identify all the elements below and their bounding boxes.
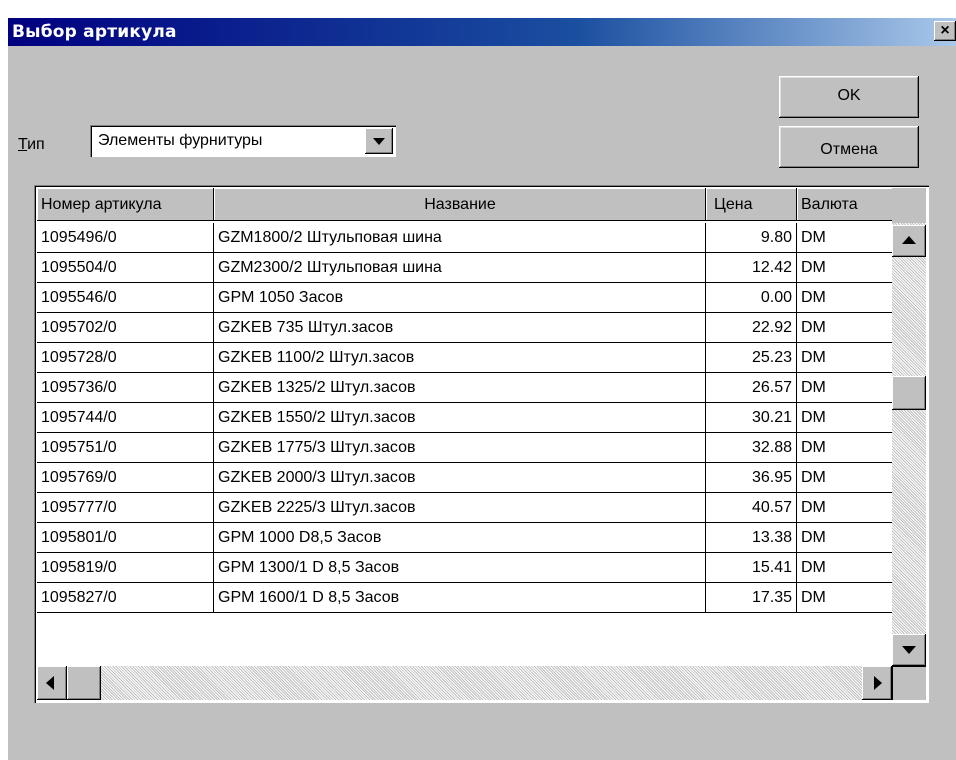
cell-currency: DM xyxy=(801,229,826,246)
table-row[interactable]: 1095728/0 GZKEB 1100/2 Штул.засов 25.23 DM xyxy=(37,343,892,373)
cell-price: 25.23 xyxy=(706,343,797,372)
cell-currency: DM xyxy=(801,349,826,366)
dialog-window: Выбор артикула × OK Отмена Тип Элементы … xyxy=(8,18,956,760)
cell-price: 17.35 xyxy=(706,583,797,612)
cell-price: 13.38 xyxy=(706,523,797,552)
scroll-down-arrow-icon[interactable] xyxy=(892,634,926,666)
table-row[interactable]: 1095504/0 GZM2300/2 Штульповая шина 12.42 D… xyxy=(37,253,892,283)
cell-name: GZKEB 735 Штул.засов xyxy=(214,313,706,342)
table-row[interactable]: 1095801/0 GPM 1000 D8,5 Засов 13.38 DM xyxy=(37,523,892,553)
window-title: Выбор артикула xyxy=(12,22,177,42)
cell-currency: DM xyxy=(801,529,826,546)
cell-name: GPM 1300/1 D 8,5 Засов xyxy=(214,553,706,582)
table-row[interactable]: 1095777/0 GZKEB 2225/3 Штул.засов 40.57 DM xyxy=(37,493,892,523)
table-row[interactable]: 1095827/0 GPM 1600/1 D 8,5 Засов 17.35 DM xyxy=(37,583,892,613)
cell-name: GZM2300/2 Штульповая шина xyxy=(214,253,706,282)
articles-table[interactable]: Номер артикула Название Цена Валюта 1095… xyxy=(34,185,929,703)
cell-name: GZKEB 2000/3 Штул.засов xyxy=(214,463,706,492)
cell-name: GZKEB 2225/3 Штул.засов xyxy=(214,493,706,522)
cell-article-number: 1095777/0 xyxy=(37,493,214,522)
cell-name: GPM 1600/1 D 8,5 Засов xyxy=(214,583,706,612)
table-row[interactable]: 1095546/0 GPM 1050 Засов 0.00 DM xyxy=(37,283,892,313)
type-dropdown[interactable]: Элементы фурнитуры xyxy=(90,125,396,157)
cell-currency: DM xyxy=(801,289,826,306)
cell-price: 30.21 xyxy=(706,403,797,432)
cell-article-number: 1095496/0 xyxy=(37,223,214,252)
table-row[interactable]: 1095744/0 GZKEB 1550/2 Штул.засов 30.21 DM xyxy=(37,403,892,433)
cell-price: 32.88 xyxy=(706,433,797,462)
table-row[interactable]: 1095736/0 GZKEB 1325/2 Штул.засов 26.57 DM xyxy=(37,373,892,403)
cell-name: GPM 1000 D8,5 Засов xyxy=(214,523,706,552)
scroll-right-arrow-icon[interactable] xyxy=(862,666,892,700)
cell-article-number: 1095736/0 xyxy=(37,373,214,402)
horizontal-scroll-thumb[interactable] xyxy=(67,666,101,700)
cell-price: 40.57 xyxy=(706,493,797,522)
cell-price: 22.92 xyxy=(706,313,797,342)
cell-article-number: 1095801/0 xyxy=(37,523,214,552)
column-header-name[interactable]: Название xyxy=(214,188,706,221)
cell-price: 36.95 xyxy=(706,463,797,492)
column-header-currency[interactable]: Валюта xyxy=(797,188,893,221)
cell-currency: DM xyxy=(801,259,826,276)
cell-article-number: 1095819/0 xyxy=(37,553,214,582)
close-button[interactable]: × xyxy=(934,21,956,41)
cell-article-number: 1095702/0 xyxy=(37,313,214,342)
column-header-article-number[interactable]: Номер артикула xyxy=(37,188,214,221)
cell-price: 26.57 xyxy=(706,373,797,402)
cell-price: 15.41 xyxy=(706,553,797,582)
cell-article-number: 1095744/0 xyxy=(37,403,214,432)
cell-name: GPM 1050 Засов xyxy=(214,283,706,312)
type-label-accelerator: Т xyxy=(18,136,28,153)
cell-currency: DM xyxy=(801,559,826,576)
close-icon: × xyxy=(940,22,950,39)
cell-article-number: 1095546/0 xyxy=(37,283,214,312)
vertical-scroll-thumb[interactable] xyxy=(892,376,926,410)
cell-currency: DM xyxy=(801,409,826,426)
cell-article-number: 1095504/0 xyxy=(37,253,214,282)
cell-currency: DM xyxy=(801,379,826,396)
table-header: Номер артикула Название Цена Валюта xyxy=(37,188,893,222)
cell-article-number: 1095728/0 xyxy=(37,343,214,372)
horizontal-scrollbar[interactable] xyxy=(37,666,892,700)
table-row[interactable]: 1095819/0 GPM 1300/1 D 8,5 Засов 15.41 DM xyxy=(37,553,892,583)
type-label-text: ип xyxy=(27,136,45,153)
table-body: 1095496/0 GZM1800/2 Штульповая шина 9.80 DM… xyxy=(37,223,892,613)
cell-price: 9.80 xyxy=(706,223,797,252)
ok-button[interactable]: OK xyxy=(779,76,919,118)
scroll-up-arrow-icon[interactable] xyxy=(892,225,926,257)
title-bar[interactable]: Выбор артикула × xyxy=(8,18,956,46)
table-row[interactable]: 1095496/0 GZM1800/2 Штульповая шина 9.80 DM xyxy=(37,223,892,253)
cell-price: 0.00 xyxy=(706,283,797,312)
scrollbar-corner xyxy=(892,666,926,700)
cell-currency: DM xyxy=(801,589,826,606)
cell-currency: DM xyxy=(801,469,826,486)
cell-name: GZKEB 1775/3 Штул.засов xyxy=(214,433,706,462)
type-label: Тип xyxy=(18,136,45,154)
vertical-scrollbar[interactable] xyxy=(892,188,926,666)
cell-currency: DM xyxy=(801,439,826,456)
cell-currency: DM xyxy=(801,499,826,516)
type-dropdown-value: Элементы фурнитуры xyxy=(98,132,263,149)
cell-name: GZKEB 1325/2 Штул.засов xyxy=(214,373,706,402)
table-row[interactable]: 1095702/0 GZKEB 735 Штул.засов 22.92 DM xyxy=(37,313,892,343)
table-row[interactable]: 1095769/0 GZKEB 2000/3 Штул.засов 36.95 DM xyxy=(37,463,892,493)
cancel-button[interactable]: Отмена xyxy=(779,126,919,168)
scrollbar-header-filler xyxy=(892,188,926,223)
cell-article-number: 1095827/0 xyxy=(37,583,214,612)
cell-article-number: 1095751/0 xyxy=(37,433,214,462)
cell-name: GZM1800/2 Штульповая шина xyxy=(214,223,706,252)
column-header-price[interactable]: Цена xyxy=(706,188,797,221)
dropdown-arrow-icon[interactable] xyxy=(365,128,393,154)
table-row[interactable]: 1095751/0 GZKEB 1775/3 Штул.засов 32.88 DM xyxy=(37,433,892,463)
cell-currency: DM xyxy=(801,319,826,336)
scroll-left-arrow-icon[interactable] xyxy=(37,666,67,700)
cell-name: GZKEB 1100/2 Штул.засов xyxy=(214,343,706,372)
cell-name: GZKEB 1550/2 Штул.засов xyxy=(214,403,706,432)
cell-article-number: 1095769/0 xyxy=(37,463,214,492)
cell-price: 12.42 xyxy=(706,253,797,282)
